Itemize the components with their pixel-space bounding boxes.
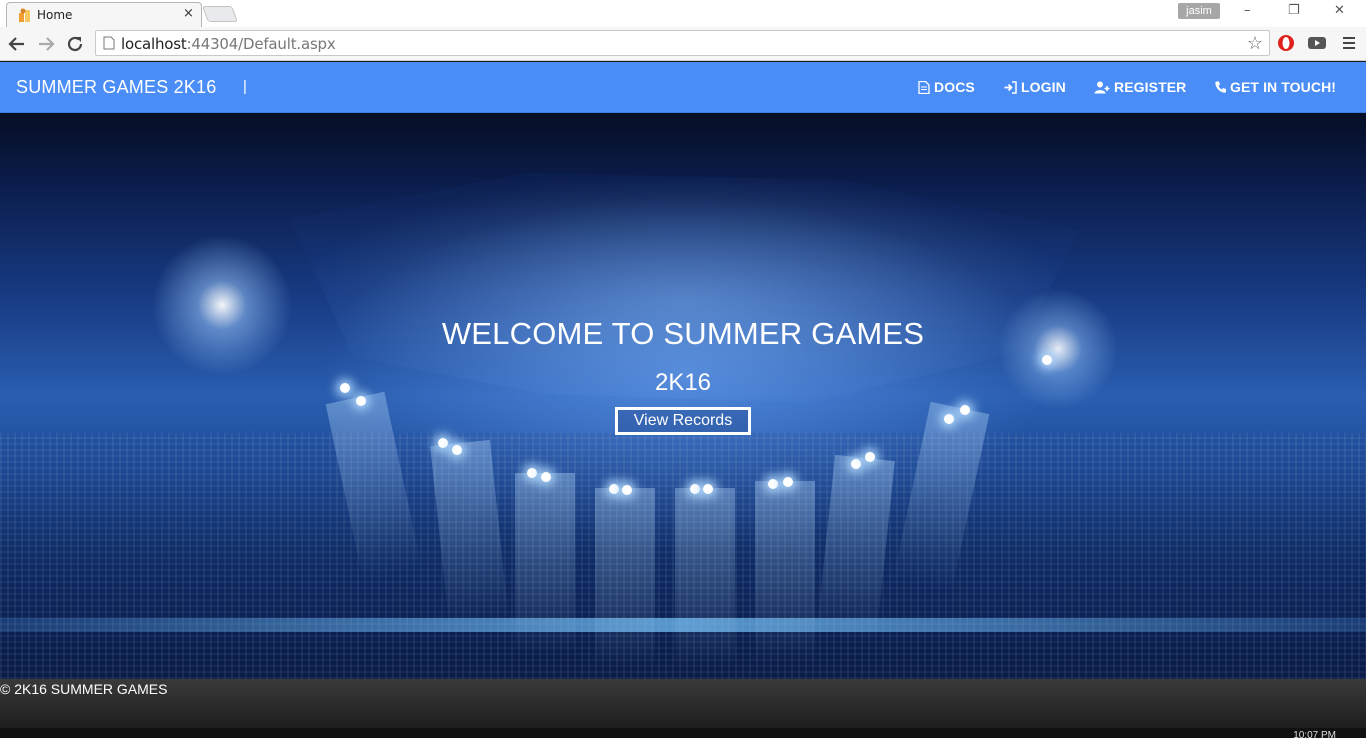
forward-icon[interactable] <box>35 33 57 55</box>
floodlight <box>851 459 861 469</box>
nav-login[interactable]: LOGIN <box>1004 79 1066 95</box>
browser-tabstrip: Home × jasim – ❐ ✕ <box>0 0 1366 27</box>
copyright-text: © 2K16 SUMMER GAMES <box>0 681 168 697</box>
floodlight <box>865 452 875 462</box>
hero-banner: WELCOME TO SUMMER GAMES 2K16 View Record… <box>0 113 1366 679</box>
sign-in-icon <box>1004 80 1017 94</box>
profile-button[interactable]: jasim <box>1178 3 1220 19</box>
hero-title: WELCOME TO SUMMER GAMES <box>441 316 925 351</box>
restore-icon[interactable]: ❐ <box>1288 3 1300 18</box>
light-beam <box>595 488 655 668</box>
url-path: :44304/Default.aspx <box>186 35 336 53</box>
light-beam <box>515 473 575 653</box>
hero-subtitle: 2K16 <box>654 369 712 396</box>
taskbar-clock: 10:07 PM <box>1293 730 1336 738</box>
floodlight <box>944 414 954 424</box>
floodlight <box>527 468 537 478</box>
nav-get-in-touch[interactable]: GET IN TOUCH! <box>1215 79 1336 95</box>
browser-toolbar: localhost:44304/Default.aspx ☆ <box>0 27 1366 61</box>
nav-login-label: LOGIN <box>1021 79 1066 95</box>
floodlight <box>960 405 970 415</box>
page-icon <box>103 36 115 50</box>
nav-docs-label: DOCS <box>934 79 975 95</box>
back-icon[interactable] <box>6 33 28 55</box>
floodlight <box>622 485 632 495</box>
file-icon <box>918 80 930 94</box>
site-navbar: SUMMER GAMES 2K16 | DOCS LOGIN REGISTER … <box>0 62 1366 113</box>
close-window-icon[interactable]: ✕ <box>1334 3 1345 18</box>
nav-register-label: REGISTER <box>1114 79 1187 95</box>
navbar-separator: | <box>243 78 247 95</box>
view-records-button[interactable]: View Records <box>615 407 751 435</box>
address-bar[interactable]: localhost:44304/Default.aspx ☆ <box>95 30 1270 56</box>
opera-extension-icon[interactable] <box>1276 33 1296 53</box>
light-beam <box>755 481 815 661</box>
floodlight <box>768 479 778 489</box>
browser-tab-home[interactable]: Home × <box>6 2 202 27</box>
phone-icon <box>1215 81 1226 93</box>
floodlight <box>1042 355 1052 365</box>
brand-link[interactable]: SUMMER GAMES 2K16 <box>16 77 216 98</box>
floodlight <box>703 484 713 494</box>
floodlight <box>438 438 448 448</box>
favicon-icon <box>19 8 30 22</box>
floodlight <box>541 472 551 482</box>
floodlight <box>356 396 366 406</box>
nav-register[interactable]: REGISTER <box>1094 79 1186 95</box>
menu-icon[interactable] <box>1339 33 1359 53</box>
user-plus-icon <box>1094 81 1110 93</box>
nav-get-in-touch-label: GET IN TOUCH! <box>1230 79 1337 95</box>
bookmark-star-icon[interactable]: ☆ <box>1247 33 1263 54</box>
youtube-extension-icon[interactable] <box>1307 33 1327 53</box>
os-taskbar: 10:07 PM <box>0 728 1366 738</box>
tab-close-icon[interactable]: × <box>183 6 194 21</box>
reload-icon[interactable] <box>64 33 86 55</box>
url-host: localhost <box>121 35 187 53</box>
new-tab-button[interactable] <box>202 6 238 22</box>
floodlight <box>609 484 619 494</box>
floodlight <box>783 477 793 487</box>
url-text: localhost:44304/Default.aspx <box>121 35 336 53</box>
floodlight <box>452 445 462 455</box>
site-footer: © 2K16 SUMMER GAMES <box>0 679 1366 728</box>
minimize-icon[interactable]: – <box>1244 3 1251 18</box>
floodlight <box>690 484 700 494</box>
tab-title: Home <box>37 8 73 22</box>
light-beam <box>675 488 735 668</box>
nav-docs[interactable]: DOCS <box>918 79 975 95</box>
